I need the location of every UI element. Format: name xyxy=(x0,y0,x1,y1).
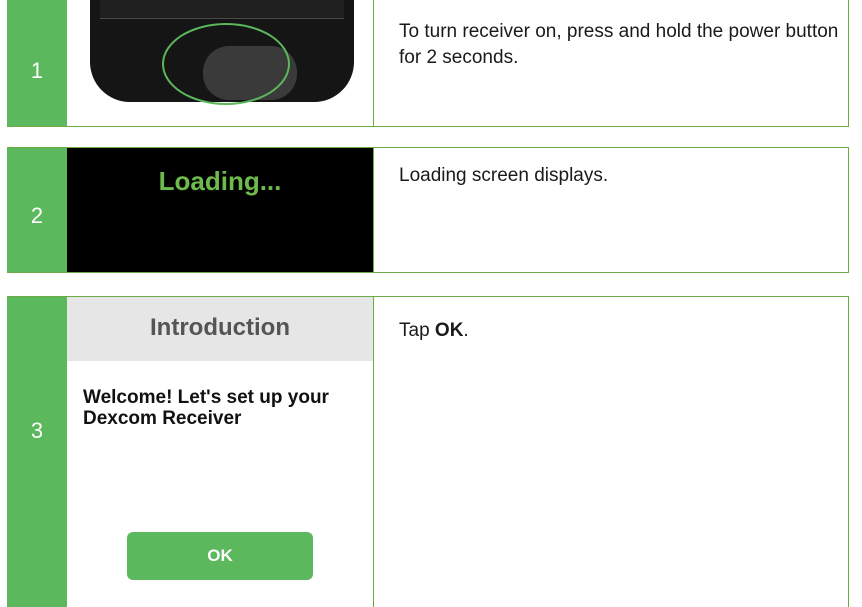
ok-button-label: OK xyxy=(207,546,233,565)
instruction-ok-emphasis: OK xyxy=(434,320,464,341)
receiver-screen xyxy=(100,0,344,19)
step-number-badge: 1 xyxy=(7,0,67,126)
ok-button: OK xyxy=(127,532,313,580)
step-number: 1 xyxy=(30,58,44,83)
receiver-illustration xyxy=(67,0,373,126)
instruction-prefix: Tap xyxy=(399,320,435,341)
loading-text: Loading... xyxy=(158,166,282,196)
step-instruction: Loading screen displays. xyxy=(399,163,849,189)
step-3-row: 3 Introduction Welcome! Let's set up you… xyxy=(7,296,849,607)
introduction-screen-image: Introduction Welcome! Let's set up your … xyxy=(67,297,373,607)
column-divider xyxy=(373,0,374,126)
introduction-title: Introduction xyxy=(150,314,290,341)
step-number: 2 xyxy=(30,203,44,228)
step-instruction-text: To turn receiver on, press and hold the … xyxy=(399,21,839,68)
column-divider xyxy=(373,148,374,272)
step-number-badge: 3 xyxy=(7,297,67,607)
instruction-suffix: . xyxy=(463,320,469,341)
step-number: 3 xyxy=(30,418,44,443)
column-divider xyxy=(373,297,374,607)
step-instruction-text: Loading screen displays. xyxy=(399,165,609,186)
loading-screen-image: Loading... xyxy=(67,148,373,272)
step-2-row: 2 Loading... Loading screen displays. xyxy=(7,147,849,273)
step-instruction: Tap OK. xyxy=(399,318,849,344)
welcome-message: Welcome! Let's set up your Dexcom Receiv… xyxy=(83,387,363,429)
step-instruction: To turn receiver on, press and hold the … xyxy=(399,19,849,71)
introduction-header: Introduction xyxy=(67,297,373,361)
step-number-badge: 2 xyxy=(7,148,67,272)
highlight-ring-icon xyxy=(162,23,290,105)
welcome-message-text: Welcome! Let's set up your Dexcom Receiv… xyxy=(83,387,329,429)
step-1-row: 1 To turn receiver on, press and hold th… xyxy=(7,0,849,127)
loading-screen: Loading... xyxy=(67,148,373,272)
